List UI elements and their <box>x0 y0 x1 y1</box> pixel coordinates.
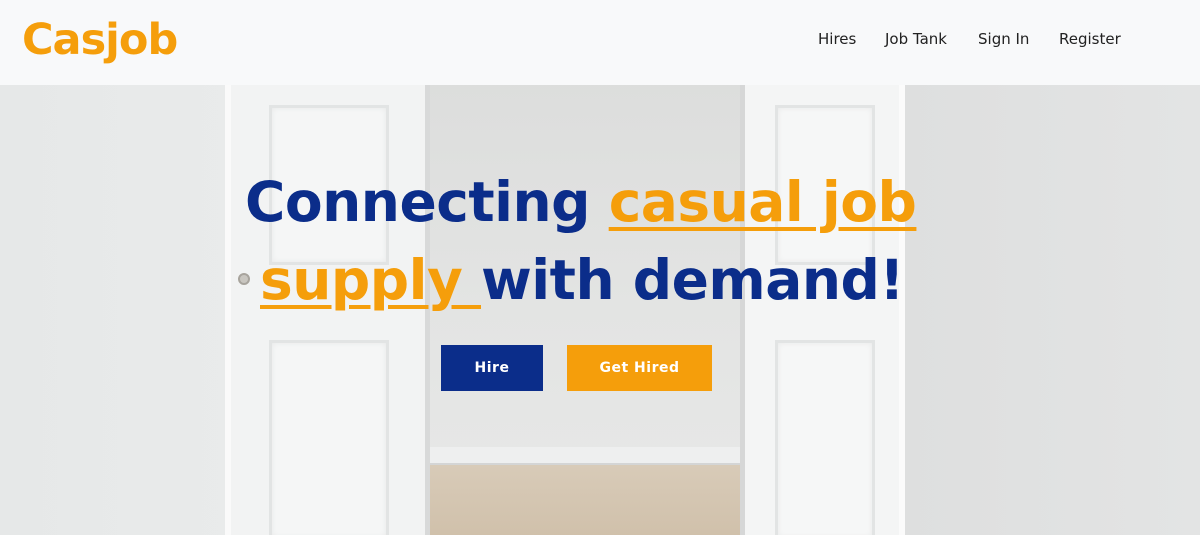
navbar: Casjob Hires Job Tank Sign In Register <box>0 0 1200 85</box>
right-wall <box>905 85 1200 535</box>
nav-link-job-tank[interactable]: Job Tank <box>885 28 947 50</box>
floor <box>430 465 740 535</box>
nav-link-sign-in[interactable]: Sign In <box>978 28 1029 50</box>
nav-link-hires[interactable]: Hires <box>818 28 856 50</box>
door-panel <box>269 340 389 535</box>
hire-button[interactable]: Hire <box>441 345 543 391</box>
headline-part-1: Connecting <box>245 170 609 234</box>
headline-accent-1: casual job <box>608 170 917 234</box>
headline-accent-2: supply <box>260 248 481 312</box>
headline-part-2: with demand! <box>481 248 904 312</box>
get-hired-button[interactable]: Get Hired <box>567 345 712 391</box>
hero-headline: Connecting casual job supply with demand… <box>245 163 945 319</box>
nav-link-register[interactable]: Register <box>1059 28 1121 50</box>
baseboard <box>430 447 740 465</box>
door-panel <box>775 340 875 535</box>
headline-line-2: supply with demand! <box>245 241 945 319</box>
hero-section: Connecting casual job supply with demand… <box>0 85 1200 535</box>
nav-links: Hires Job Tank Sign In Register <box>0 28 1200 52</box>
